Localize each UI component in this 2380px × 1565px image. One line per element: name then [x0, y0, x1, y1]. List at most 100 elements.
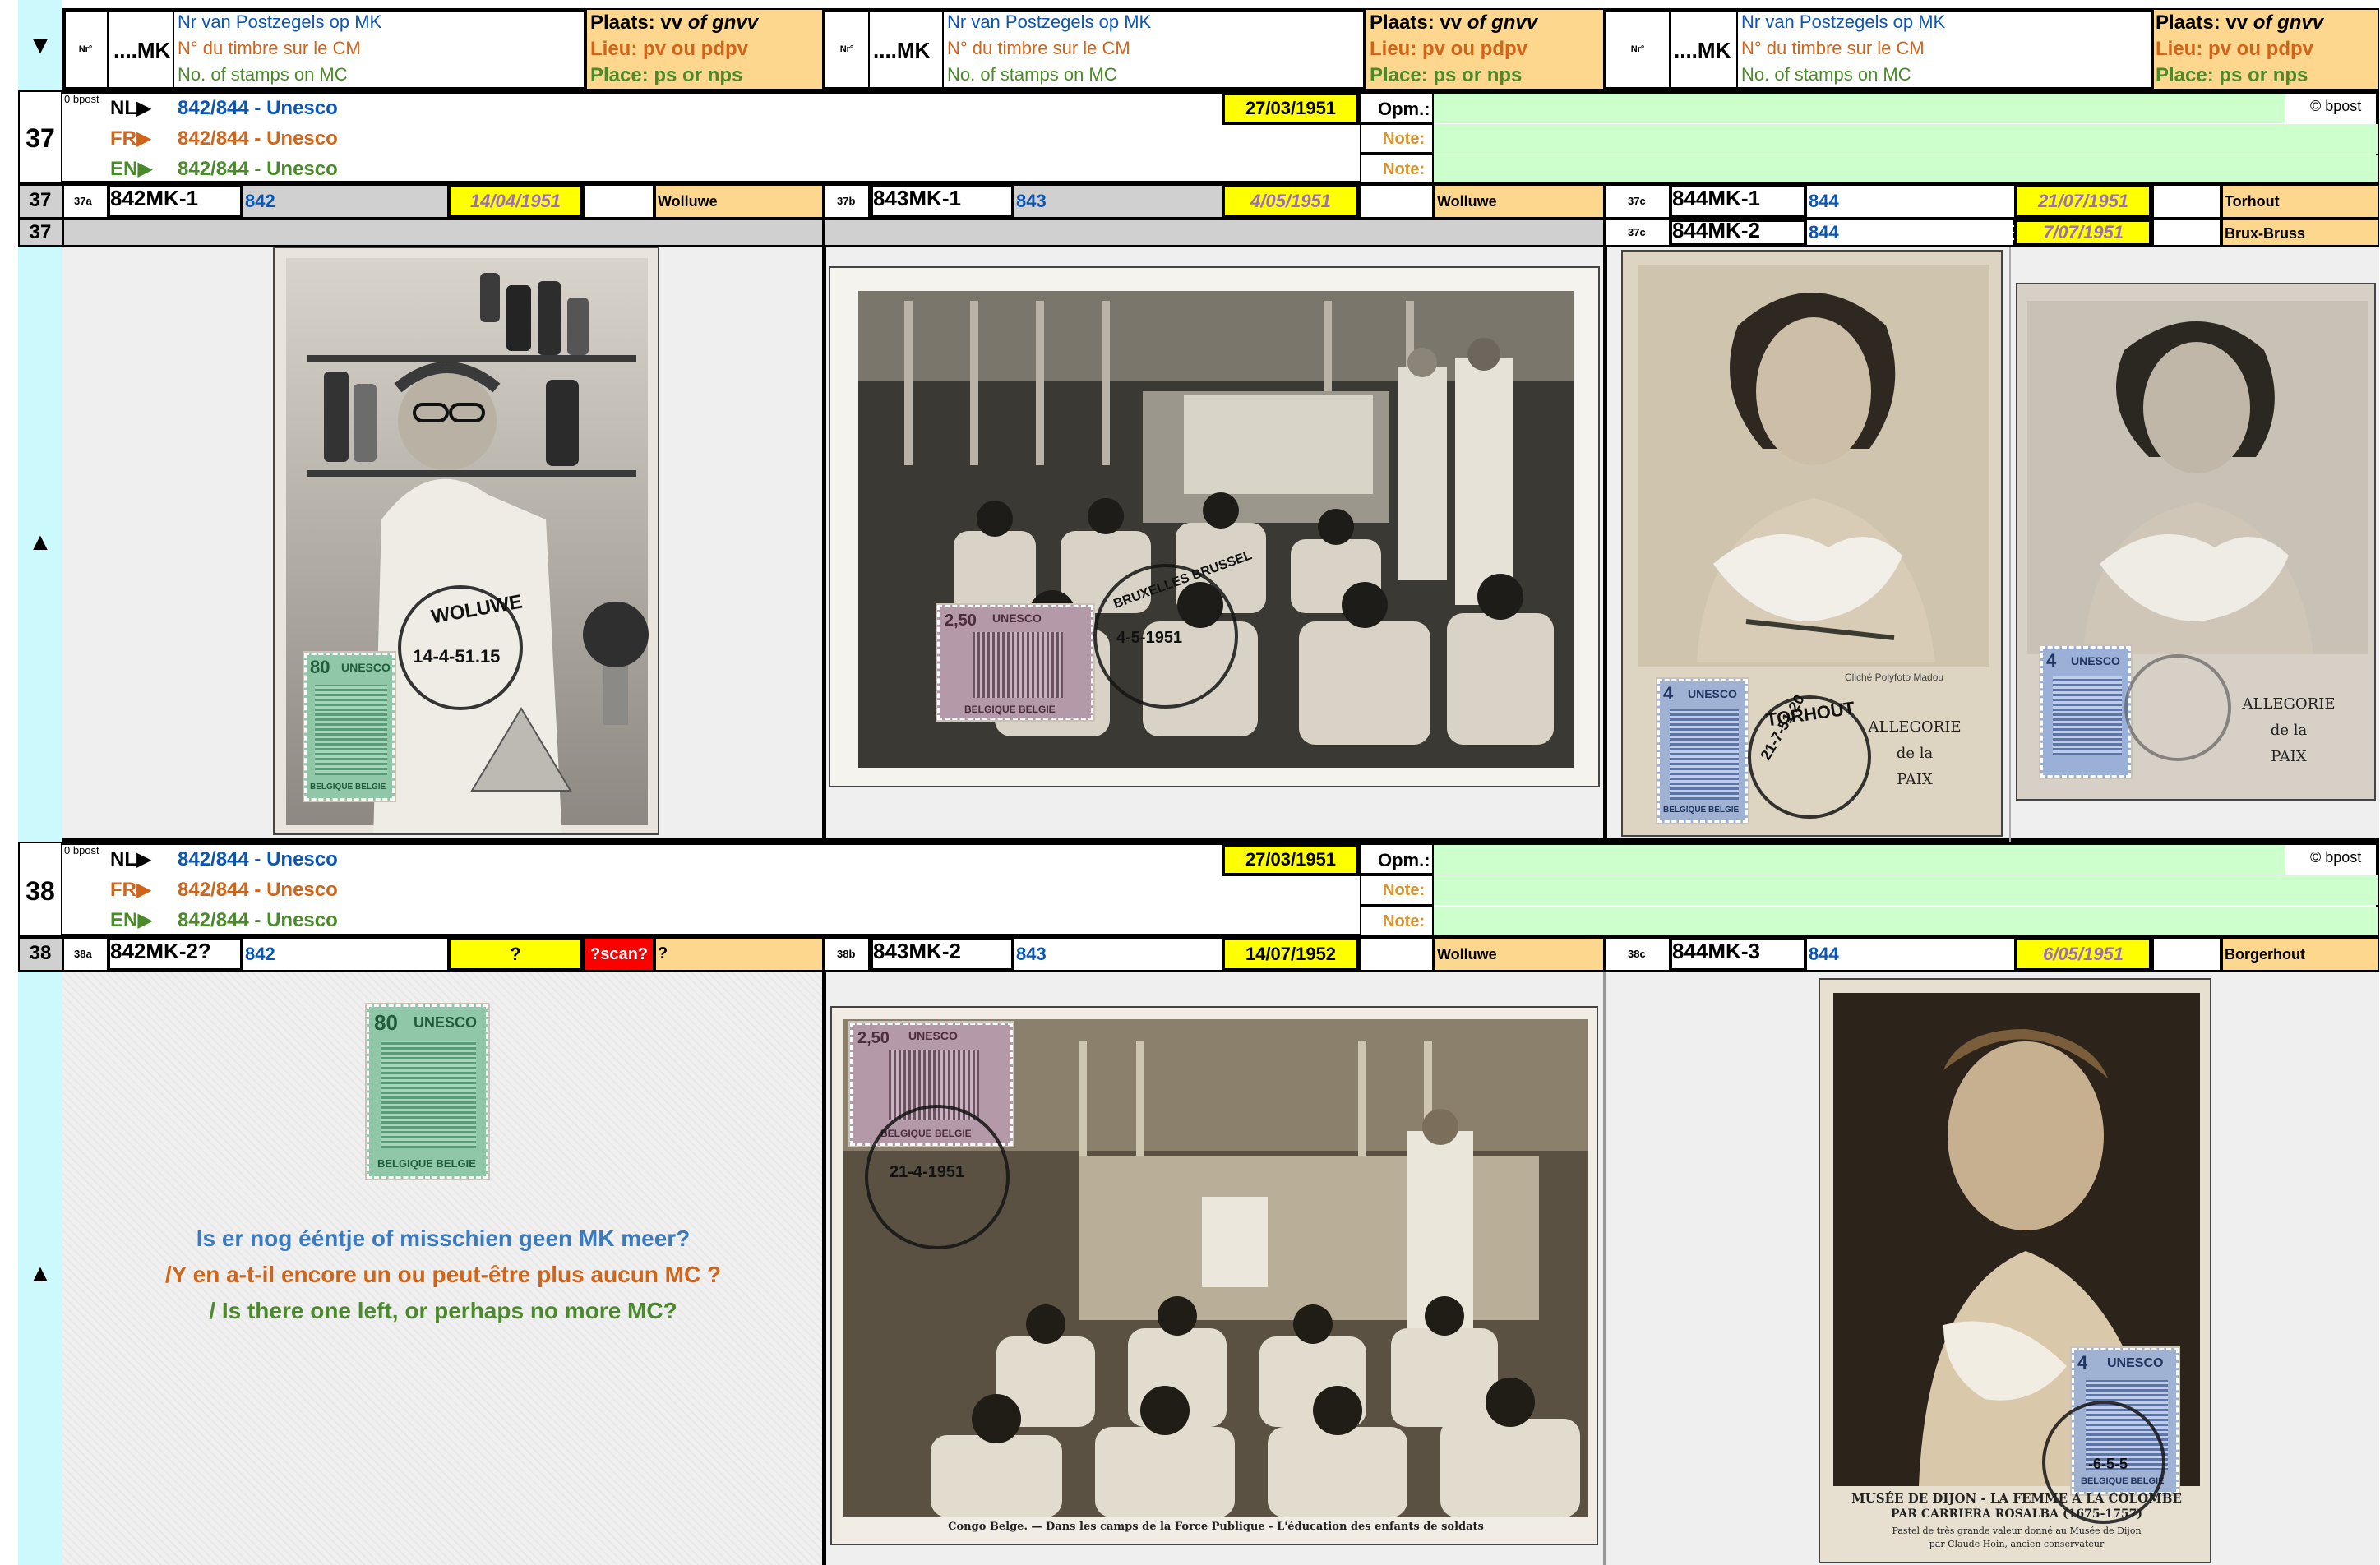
card-caption-line: PAR CARRIERA ROSALBA (1675-1757)	[1891, 1507, 2142, 1521]
blank-cell	[2152, 184, 2221, 219]
header-place-en: Place: ps or nps	[1370, 64, 1523, 86]
entry-38-note-fr-field[interactable]	[1434, 875, 2378, 905]
entry-37-row-nr: 37	[29, 221, 52, 243]
missing-card-question-nl: Is er nog ééntje of misschien geen MK me…	[196, 1226, 691, 1251]
blank-cell	[584, 184, 654, 219]
postmark-date: 14-4-51.15	[413, 646, 501, 667]
stamp-number: 843	[1016, 191, 1047, 211]
triangle-up-icon[interactable]: ▲	[18, 526, 62, 559]
stamp-value: 4	[1663, 683, 1674, 704]
mk-code: 844MK-3	[1672, 939, 1760, 963]
card-date: 4/05/1951	[1222, 184, 1360, 219]
entry-37-title-nl: 842/844 - Unesco	[178, 97, 338, 119]
mk-code: 842MK-2?	[110, 939, 211, 963]
card-date-text: 6/05/1951	[2043, 944, 2124, 964]
place-nl-emphasis: of gnvv	[2253, 12, 2324, 34]
entry-37-note-fr-field[interactable]	[1434, 124, 2378, 154]
card-caption-line: de la	[2270, 722, 2308, 739]
lang-code: EN	[110, 158, 138, 180]
stamp-country: BELGIQUE BELGIE	[1663, 806, 1740, 815]
card-date: 14/07/1952	[1222, 937, 1360, 972]
stamp-country: BELGIQUE BELGIE	[377, 1157, 476, 1170]
stamp-unesco: UNESCO	[992, 612, 1042, 625]
stamp-picture	[381, 1041, 476, 1148]
stamp-844: 4 UNESCO BELGIQUE BELGIE	[1656, 677, 1749, 824]
entry-38-note-en-field[interactable]	[1434, 907, 2378, 935]
column-divider	[1603, 972, 1606, 1565]
entry-37-issue-date: 27/03/1951	[1222, 92, 1360, 125]
column-divider	[1603, 247, 1607, 842]
empty-gray-cell	[824, 219, 1605, 247]
postmark-date: 21-4-1951	[890, 1163, 965, 1181]
copyright-label: © bpost	[2310, 98, 2362, 114]
issue-date-text: 27/03/1951	[1245, 849, 1337, 870]
triangle-right-icon: ▶	[137, 158, 153, 180]
entry-37-note-en-field[interactable]	[1434, 155, 2378, 182]
stamp-country: BELGIQUE BELGIE	[310, 782, 386, 792]
card-date-text: 14/04/1951	[469, 191, 561, 211]
stamp-picture	[1670, 709, 1739, 800]
place-nl-emphasis: of gnvv	[1467, 12, 1538, 34]
mk-code: 842MK-1	[110, 186, 198, 210]
card-caption-line: de la	[1896, 745, 1934, 762]
header-desc-fr: N° du timbre sur le CM	[947, 38, 1130, 58]
header-place-nl: Plaats: vv of gnvv	[590, 13, 758, 33]
lang-code: EN	[110, 909, 138, 931]
entry-38-title-fr: 842/844 - Unesco	[178, 879, 338, 901]
place-nl-emphasis: of gnvv	[687, 12, 759, 34]
opm-label: Opm.:	[1378, 99, 1430, 119]
lang-code: NL	[110, 848, 136, 870]
place-cell	[654, 937, 824, 972]
maximum-card-image[interactable]: 2,50 UNESCO BELGIQUE BELGIE 21-4-1951 Co…	[830, 1006, 1598, 1545]
maximum-card-image[interactable]: Cliché Polyfoto Madou 4 UNESCO BELGIQUE …	[1621, 250, 2003, 837]
card-date: 14/04/1951	[447, 184, 584, 219]
sub-nr: 38c	[1628, 948, 1646, 960]
triangle-right-icon: ▶	[136, 97, 152, 119]
note-label-fr: Note:	[1383, 881, 1426, 899]
sub-nr: 38b	[837, 948, 856, 960]
entry-38-title-en: 842/844 - Unesco	[178, 909, 338, 931]
header-desc-nl: Nr van Postzegels op MK	[178, 12, 382, 32]
maximum-card-image[interactable]: 4 UNESCO ALLEGORIE de la PAIX	[2016, 283, 2376, 801]
maximum-card-image[interactable]: 2,50 UNESCO BELGIQUE BELGIE BRUXELLES BR…	[829, 266, 1600, 787]
scan-missing-badge: ?scan?	[584, 937, 654, 972]
entry-38-opm-field[interactable]	[1434, 845, 2285, 875]
header-desc-en: No. of stamps on MC	[178, 64, 348, 85]
triangle-right-icon: ▶	[136, 127, 152, 150]
entry-37-row-nr: 37	[29, 189, 52, 211]
entry-38-nr: 38	[25, 876, 55, 906]
entry-37-opm-field[interactable]	[1434, 94, 2285, 123]
place-text: Wolluwe	[1437, 946, 1497, 963]
stamp-unesco: UNESCO	[2107, 1356, 2164, 1370]
lang-code: FR	[110, 127, 136, 150]
header-mk-label: ....MK	[113, 38, 171, 62]
place-text: Torhout	[2225, 193, 2280, 210]
triangle-up-icon[interactable]: ▲	[18, 1258, 62, 1290]
entry-38-issue-date: 27/03/1951	[1222, 843, 1360, 876]
place-nl-prefix: Plaats: vv	[590, 12, 688, 34]
stamp-value: 2,50	[945, 612, 977, 630]
stamp-value: 80	[310, 657, 330, 677]
header-desc-en: No. of stamps on MC	[1741, 64, 1911, 85]
card-credit: Cliché Polyfoto Madou	[1845, 672, 1944, 683]
stamp-844: 4 UNESCO	[2039, 644, 2133, 779]
maximum-card-image[interactable]: 4 UNESCO BELGIQUE BELGIE -6-5-5 MUSÉE DE…	[1819, 978, 2211, 1563]
header-place-nl: Plaats: vv of gnvv	[1370, 13, 1537, 33]
maximum-card-image[interactable]: 80 UNESCO BELGIQUE BELGIE WOLUWE 14-4-51…	[273, 247, 659, 835]
card-date: 21/07/1951	[2014, 184, 2152, 219]
header-place-fr: Lieu: pv ou pdpv	[2156, 38, 2313, 60]
card-caption-line: MUSÉE DE DIJON - LA FEMME A LA COLOMBE	[1851, 1491, 2182, 1506]
lang-en-code: EN▶	[110, 159, 153, 179]
triangle-right-icon: ▶	[136, 879, 152, 901]
header-nr-label: Nr°	[78, 44, 93, 54]
header-place-fr: Lieu: pv ou pdpv	[1370, 38, 1527, 60]
card-date: 6/05/1951	[2014, 937, 2152, 972]
blank-cell	[2152, 219, 2221, 247]
entry-38-title-nl: 842/844 - Unesco	[178, 848, 338, 870]
entry-37-nr: 37	[25, 123, 55, 153]
card-caption-line: ALLEGORIE	[1868, 718, 1962, 736]
postmark-date: -6-5-5	[2088, 1456, 2128, 1472]
triangle-down-icon[interactable]: ▼	[18, 30, 62, 62]
header-desc-en: No. of stamps on MC	[947, 64, 1117, 85]
lang-fr-code: FR▶	[110, 880, 151, 900]
